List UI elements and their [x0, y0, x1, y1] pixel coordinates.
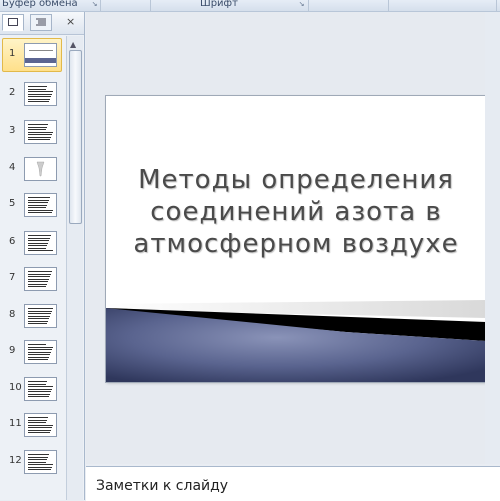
slide-thumbnail[interactable]: [24, 413, 57, 437]
slide-number: 12: [9, 455, 22, 466]
current-slide[interactable]: Методы определения соединений азота в ат…: [106, 96, 486, 382]
slide-number: 3: [9, 125, 16, 136]
slide-thumbnail[interactable]: [24, 450, 57, 474]
ribbon-group-labels: Буфер обмена ↘ Шрифт ↘: [0, 0, 500, 12]
slide-thumbnail[interactable]: [24, 193, 57, 217]
ribbon-separator: [150, 0, 151, 11]
panel-tabs: ×: [0, 12, 84, 35]
slide-thumbnail-row[interactable]: 1: [0, 38, 66, 72]
slide-thumbnail-row[interactable]: 9: [0, 335, 66, 369]
slide-number: 7: [9, 272, 16, 283]
slide-number: 9: [9, 345, 16, 356]
ribbon-separator: [100, 0, 101, 11]
slide-thumbnail-row[interactable]: 3: [0, 115, 66, 149]
font-dialog-launcher-icon[interactable]: ↘: [298, 1, 305, 8]
slide-thumbnail-row[interactable]: 2: [0, 77, 66, 111]
slide-thumbnail[interactable]: [24, 340, 57, 364]
slide-thumbnail[interactable]: [24, 377, 57, 401]
close-panel-icon[interactable]: ×: [66, 15, 75, 28]
slide-thumbnail-row[interactable]: 7: [0, 262, 66, 296]
slide-number: 2: [9, 87, 16, 98]
slide-thumbnail-row[interactable]: 4: [0, 152, 66, 186]
panel-scrollbar[interactable]: ▲: [66, 36, 83, 500]
editor-scrollbar[interactable]: [485, 12, 500, 464]
ribbon-separator: [388, 0, 389, 11]
ribbon-separator: [496, 0, 497, 11]
slide-thumbnail[interactable]: [24, 43, 57, 67]
slide-thumbnail-row[interactable]: 12: [0, 445, 66, 479]
font-group-label: Шрифт: [200, 0, 238, 9]
clipboard-group-label: Буфер обмена: [2, 0, 78, 9]
scrollbar-thumb[interactable]: [69, 50, 82, 224]
notes-placeholder: Заметки к слайду: [96, 478, 229, 494]
slide-number: 1: [9, 48, 16, 59]
slide-thumbnail[interactable]: [24, 82, 57, 106]
slide-number: 5: [9, 198, 16, 209]
ribbon-separator: [308, 0, 309, 11]
slide-number: 11: [9, 418, 22, 429]
tab-outline[interactable]: [30, 14, 52, 31]
tab-slides[interactable]: [2, 14, 24, 31]
outline-view-icon: [36, 18, 46, 26]
slides-panel: × 1 2 3 4 5 6 7 8 9 10 11 12 ▲: [0, 12, 85, 500]
slide-thumbnail[interactable]: [24, 304, 57, 328]
slide-thumbnail[interactable]: [24, 267, 57, 291]
slide-number: 6: [9, 236, 16, 247]
slide-number: 10: [9, 382, 22, 393]
slide-number: 8: [9, 309, 16, 320]
slide-number: 4: [9, 162, 16, 173]
slide-thumbnail-row[interactable]: 6: [0, 226, 66, 260]
slide-title[interactable]: Методы определения соединений азота в ат…: [126, 164, 466, 260]
clipboard-dialog-launcher-icon[interactable]: ↘: [91, 1, 98, 8]
slide-thumbnail[interactable]: [24, 231, 57, 255]
slide-thumbnail-row[interactable]: 10: [0, 372, 66, 406]
slide-thumbnail[interactable]: [24, 120, 57, 144]
slide-thumbnail[interactable]: [24, 157, 57, 181]
slide-thumbnail-row[interactable]: 8: [0, 299, 66, 333]
slides-view-icon: [8, 18, 18, 26]
slide-thumbnail-row[interactable]: 5: [0, 188, 66, 222]
scroll-up-arrow-icon[interactable]: ▲: [70, 40, 76, 49]
slide-thumbnail-list: 1 2 3 4 5 6 7 8 9 10 11 12: [0, 36, 66, 500]
slide-thumbnail-row[interactable]: 11: [0, 408, 66, 442]
notes-pane[interactable]: Заметки к слайду: [86, 466, 500, 501]
